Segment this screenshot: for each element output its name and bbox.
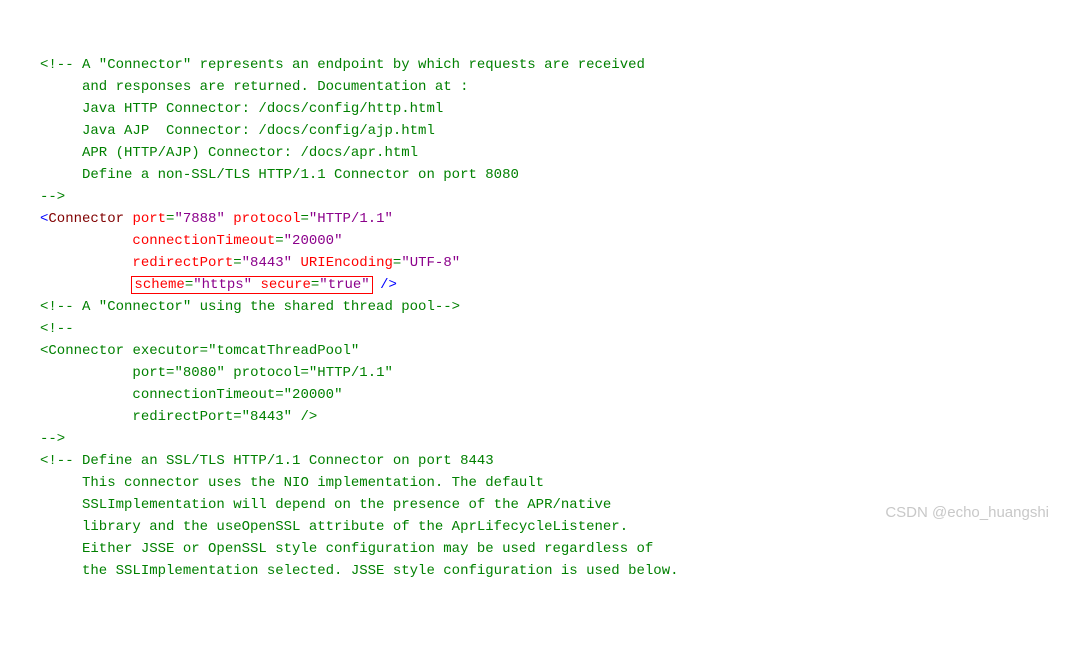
- attr-protocol-value: "HTTP/1.1": [309, 365, 393, 381]
- comment-line: Either JSSE or OpenSSL style configurati…: [40, 541, 653, 557]
- attr-executor-value: "tomcatThreadPool": [208, 343, 359, 359]
- highlighted-attrs: scheme="https" secure="true": [132, 277, 371, 293]
- attr-redirect-port: redirectPort: [132, 409, 233, 425]
- comment-line: Java HTTP Connector: /docs/config/http.h…: [40, 101, 443, 117]
- comment-line: <!-- A "Connector" represents an endpoin…: [40, 57, 645, 73]
- attr-port: port: [132, 211, 166, 227]
- attr-port-value: "8080": [174, 365, 224, 381]
- connector-tag: Connector: [48, 343, 124, 359]
- tag-self-close: />: [380, 277, 397, 293]
- comment-close: -->: [40, 431, 65, 447]
- attr-ct-value: "20000": [284, 233, 343, 249]
- comment-line: <!-- A "Connector" using the shared thre…: [40, 299, 460, 315]
- attr-protocol-value: "HTTP/1.1": [309, 211, 393, 227]
- tag-self-close: />: [300, 409, 317, 425]
- attr-port: port: [132, 365, 166, 381]
- comment-line: Define a non-SSL/TLS HTTP/1.1 Connector …: [40, 167, 519, 183]
- comment-open: <!--: [40, 321, 74, 337]
- attr-scheme-value: "https": [193, 277, 252, 293]
- comment-close: -->: [40, 189, 65, 205]
- xml-code-block: <!-- A "Connector" represents an endpoin…: [40, 54, 1047, 582]
- comment-line: the SSLImplementation selected. JSSE sty…: [40, 563, 679, 579]
- attr-secure: secure: [260, 277, 310, 293]
- comment-line: APR (HTTP/AJP) Connector: /docs/apr.html: [40, 145, 418, 161]
- attr-scheme: scheme: [134, 277, 184, 293]
- comment-line: and responses are returned. Documentatio…: [40, 79, 468, 95]
- connector-tag: Connector: [48, 211, 124, 227]
- comment-line: Java AJP Connector: /docs/config/ajp.htm…: [40, 123, 435, 139]
- attr-rp-value: "8443": [242, 409, 292, 425]
- comment-line: SSLImplementation will depend on the pre…: [40, 497, 611, 513]
- attr-uri-encoding: URIEncoding: [300, 255, 392, 271]
- attr-ct-value: "20000": [284, 387, 343, 403]
- attr-rp-value: "8443": [242, 255, 292, 271]
- attr-port-value: "7888": [174, 211, 224, 227]
- comment-line: library and the useOpenSSL attribute of …: [40, 519, 628, 535]
- comment-line: <!-- Define an SSL/TLS HTTP/1.1 Connecto…: [40, 453, 494, 469]
- attr-protocol: protocol: [233, 211, 300, 227]
- comment-line: This connector uses the NIO implementati…: [40, 475, 544, 491]
- attr-uri-value: "UTF-8": [401, 255, 460, 271]
- attr-protocol: protocol: [233, 365, 300, 381]
- attr-executor: executor: [132, 343, 199, 359]
- attr-connection-timeout: connectionTimeout: [132, 233, 275, 249]
- attr-connection-timeout: connectionTimeout: [132, 387, 275, 403]
- attr-secure-value: "true": [319, 277, 369, 293]
- attr-redirect-port: redirectPort: [132, 255, 233, 271]
